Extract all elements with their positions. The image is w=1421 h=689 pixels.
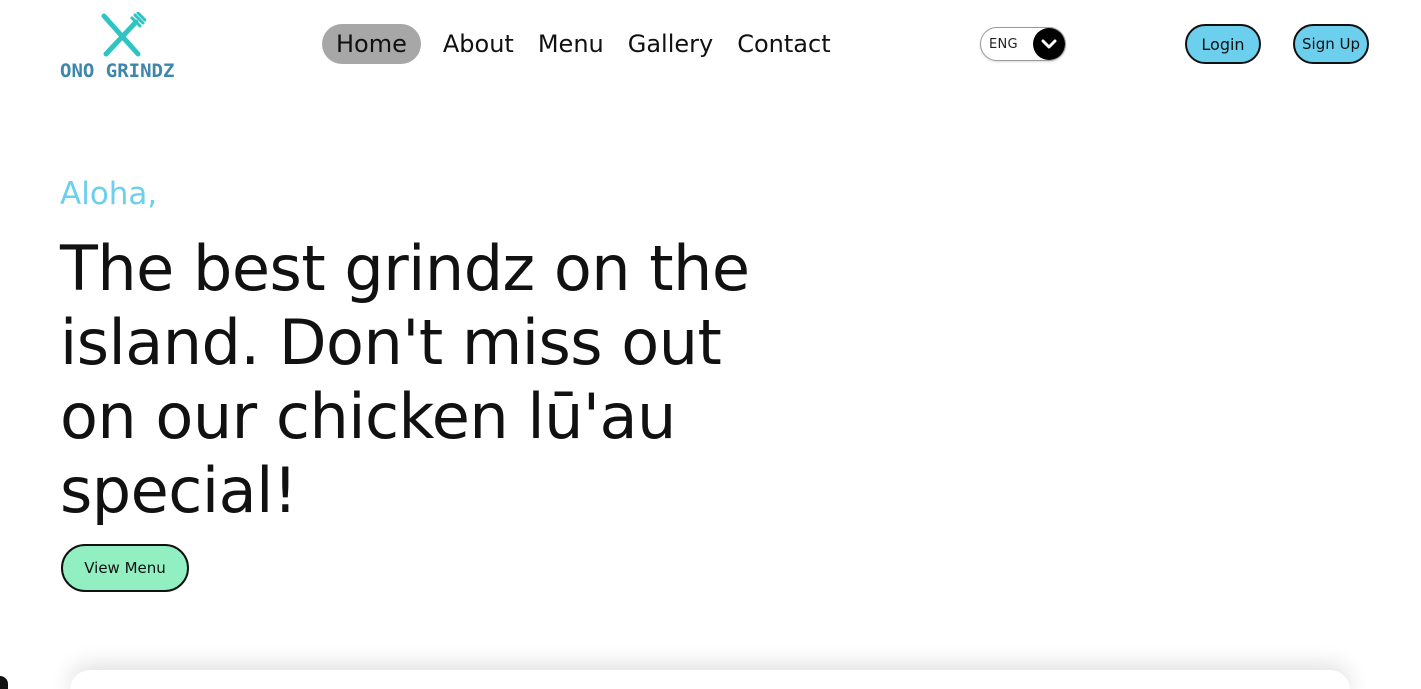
login-button[interactable]: Login	[1185, 24, 1261, 64]
page: ONO GRINDZ Home About Menu Gallery Conta…	[0, 0, 1421, 689]
brand-logo[interactable]: ONO GRINDZ	[58, 12, 190, 82]
content-card-edge	[70, 670, 1350, 689]
nav-item-gallery[interactable]: Gallery	[614, 24, 727, 64]
view-menu-button[interactable]: View Menu	[61, 544, 189, 592]
main-nav: Home About Menu Gallery Contact	[322, 24, 841, 64]
fork-knife-icon	[101, 12, 146, 57]
nav-item-home[interactable]: Home	[322, 24, 421, 64]
hero-greeting: Aloha,	[60, 176, 158, 212]
brand-name: ONO GRINDZ	[60, 60, 175, 82]
nav-item-about[interactable]: About	[429, 24, 528, 64]
nav-item-menu[interactable]: Menu	[524, 24, 618, 64]
language-select[interactable]: ENG	[980, 27, 1066, 61]
language-value: ENG	[989, 36, 1018, 52]
chevron-down-icon[interactable]	[1033, 28, 1065, 60]
signup-button[interactable]: Sign Up	[1293, 24, 1369, 64]
hero-headline: The best grindz on the island. Don't mis…	[60, 232, 750, 527]
nav-item-contact[interactable]: Contact	[723, 24, 844, 64]
window-corner	[0, 676, 8, 689]
